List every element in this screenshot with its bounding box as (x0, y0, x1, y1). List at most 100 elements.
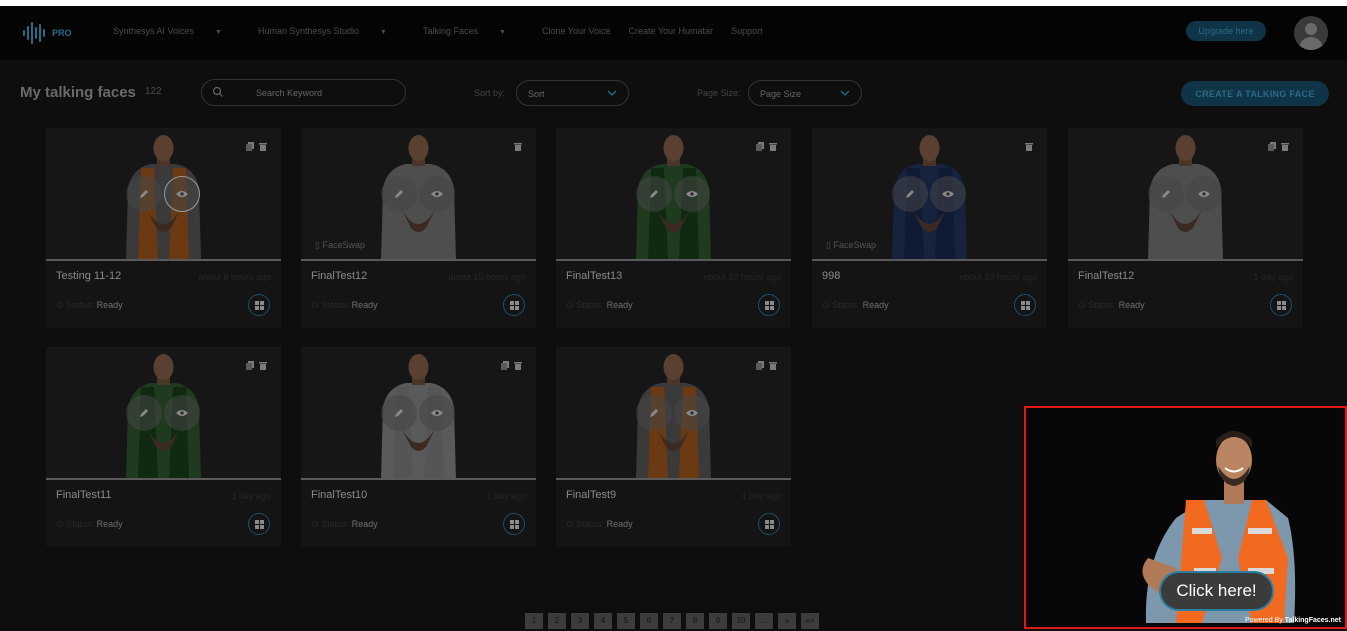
upgrade-button[interactable]: Upgrade here (1186, 21, 1266, 41)
nav-item-ai-voices[interactable]: Synthesys AI Voices ▼ (113, 26, 240, 36)
edit-button[interactable] (892, 176, 928, 212)
pencil-icon (906, 190, 914, 198)
edit-button[interactable] (1148, 176, 1184, 212)
nav-item-talking-faces[interactable]: Talking Faces ▼ (423, 26, 524, 36)
card-name: FinalTest13 (566, 270, 623, 282)
trash-icon[interactable] (514, 142, 522, 151)
card-menu-button[interactable] (248, 513, 270, 535)
page-button[interactable]: ... (755, 613, 773, 629)
trash-icon[interactable] (769, 142, 777, 151)
page-button[interactable]: 5 (617, 613, 635, 629)
page-button[interactable]: 7 (663, 613, 681, 629)
preview-button[interactable] (1186, 176, 1222, 212)
preview-button[interactable] (164, 395, 200, 431)
pagesize-select[interactable]: Page Size (748, 80, 862, 106)
copy-icon[interactable] (501, 361, 509, 370)
talking-face-card[interactable]: Testing 11-12 about 8 hours ago ⊙ Status: … (46, 128, 281, 328)
trash-icon[interactable] (259, 142, 267, 151)
preview-button[interactable] (674, 176, 710, 212)
logo-badge: PRO (52, 28, 72, 38)
page-title: My talking faces (20, 84, 136, 101)
preview-button[interactable] (419, 395, 455, 431)
card-tools (246, 361, 267, 370)
copy-icon[interactable] (246, 361, 254, 370)
page-button[interactable]: 9 (709, 613, 727, 629)
talking-face-card[interactable]: FinalTest9 1 day ago ⊙ Status: Ready (556, 347, 791, 547)
copy-icon[interactable] (756, 361, 764, 370)
page-button[interactable]: » (778, 613, 796, 629)
card-menu-button[interactable] (503, 294, 525, 316)
talking-face-card[interactable]: ▯ FaceSwap 998 about 23 hours ago ⊙ Status:… (812, 128, 1047, 328)
edit-button[interactable] (636, 176, 672, 212)
card-menu-button[interactable] (1014, 294, 1036, 316)
status-value: Ready (606, 300, 633, 310)
card-thumbnail: ▯ FaceSwap (301, 128, 536, 260)
page-button[interactable]: 8 (686, 613, 704, 629)
card-time: about 15 hours ago (448, 272, 526, 282)
card-tools (1268, 142, 1289, 151)
trash-icon[interactable] (769, 361, 777, 370)
pagesize-label: Page Size: (697, 88, 741, 98)
search-input[interactable]: Search Keyword (201, 79, 406, 106)
copy-icon[interactable] (246, 142, 254, 151)
card-divider (1068, 259, 1303, 261)
click-here-button[interactable]: Click here! (1159, 571, 1274, 611)
card-menu-button[interactable] (1270, 294, 1292, 316)
page-button[interactable]: 4 (594, 613, 612, 629)
card-menu-button[interactable] (758, 294, 780, 316)
page-button[interactable]: 1 (525, 613, 543, 629)
create-talking-face-button[interactable]: CREATE A TALKING FACE (1181, 81, 1329, 106)
page-button[interactable]: 10 (732, 613, 750, 629)
page-button[interactable]: 6 (640, 613, 658, 629)
nav-item-label: Human Synthesys Studio (257, 26, 360, 36)
card-name: FinalTest10 (311, 489, 368, 501)
nav-item-clone-voice[interactable]: Clone Your Voice (542, 26, 611, 36)
nav-item-support[interactable]: Support (731, 26, 763, 36)
card-time: about 22 hours ago (703, 272, 781, 282)
nav-item-human-studio[interactable]: Human Synthesys Studio ▼ (258, 26, 405, 36)
talking-face-widget[interactable]: Click here! Powered By TalkingFaces.net (1024, 406, 1347, 629)
card-menu-button[interactable] (758, 513, 780, 535)
edit-button[interactable] (126, 176, 162, 212)
trash-icon[interactable] (1025, 142, 1033, 151)
pencil-icon (395, 190, 403, 198)
logo[interactable]: PRO (22, 20, 72, 46)
sort-select[interactable]: Sort (516, 80, 629, 106)
copy-icon[interactable] (756, 142, 764, 151)
eye-icon (176, 191, 188, 197)
trash-icon[interactable] (1281, 142, 1289, 151)
card-menu-button[interactable] (503, 513, 525, 535)
edit-button[interactable] (381, 395, 417, 431)
nav-item-create-humatar[interactable]: Create Your Humatar (629, 26, 714, 36)
card-menu-button[interactable] (248, 294, 270, 316)
talking-face-card[interactable]: FinalTest11 1 day ago ⊙ Status: Ready (46, 347, 281, 547)
edit-button[interactable] (126, 395, 162, 431)
card-divider (46, 259, 281, 261)
pagination: 1 2 3 4 5 6 7 8 9 10...»»» (525, 613, 819, 629)
edit-button[interactable] (381, 176, 417, 212)
page-button[interactable]: 3 (571, 613, 589, 629)
card-name: Testing 11-12 (56, 270, 122, 282)
status-value: Ready (606, 519, 633, 529)
trash-icon[interactable] (259, 361, 267, 370)
copy-icon[interactable] (1268, 142, 1276, 151)
card-time: 1 day ago (486, 491, 526, 501)
card-thumbnail (556, 128, 791, 260)
talking-face-card[interactable]: FinalTest12 1 day ago ⊙ Status: Ready (1068, 128, 1303, 328)
nav-links: Synthesys AI Voices ▼ Human Synthesys Stu… (113, 26, 781, 36)
edit-button[interactable] (636, 395, 672, 431)
talking-face-card[interactable]: ▯ FaceSwap FinalTest12 about 15 hours ago ⊙… (301, 128, 536, 328)
faces-count: 122 (145, 86, 162, 97)
preview-button[interactable] (674, 395, 710, 431)
faceswap-badge: ▯ FaceSwap (826, 240, 876, 251)
talking-face-card[interactable]: FinalTest10 1 day ago ⊙ Status: Ready (301, 347, 536, 547)
preview-button[interactable] (419, 176, 455, 212)
preview-button[interactable] (930, 176, 966, 212)
user-avatar[interactable] (1294, 16, 1328, 50)
talking-face-card[interactable]: FinalTest13 about 22 hours ago ⊙ Status: R… (556, 128, 791, 328)
page-button[interactable]: »» (801, 613, 819, 629)
page-button[interactable]: 2 (548, 613, 566, 629)
trash-icon[interactable] (514, 361, 522, 370)
card-status: ⊙ Status: Ready (311, 519, 378, 530)
preview-button[interactable] (164, 176, 200, 212)
